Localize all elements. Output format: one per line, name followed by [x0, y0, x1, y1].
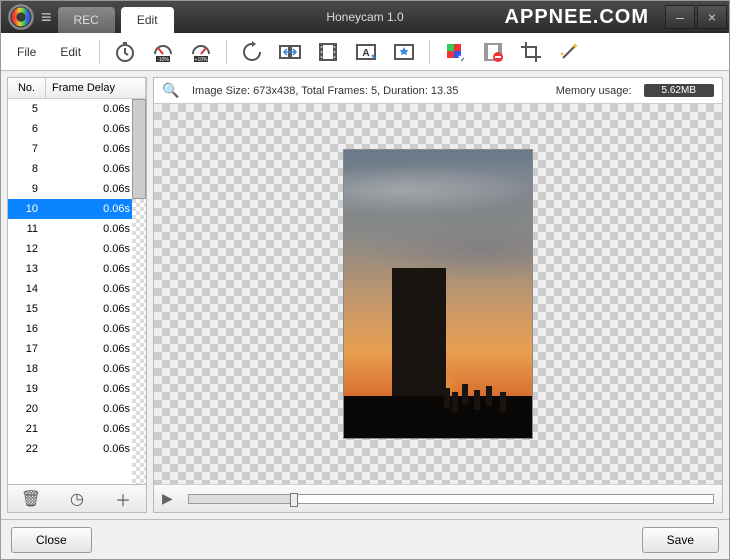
seek-thumb[interactable] [290, 493, 298, 507]
clock-icon[interactable]: ◷ [65, 488, 89, 510]
preview-canvas[interactable] [154, 104, 722, 484]
reverse-icon[interactable] [237, 37, 267, 67]
close-button[interactable]: Close [11, 527, 92, 553]
info-bar: 🔍 Image Size: 673x438, Total Frames: 5, … [154, 78, 722, 104]
close-window-button[interactable]: × [697, 5, 727, 29]
main-area: No. Frame Delay 50.06s60.06s70.06s80.06s… [1, 71, 729, 519]
frame-row[interactable]: 90.06s [8, 179, 146, 199]
image-info-text: Image Size: 673x438, Total Frames: 5, Du… [192, 85, 458, 97]
crop-icon[interactable] [516, 37, 546, 67]
add-icon[interactable]: ＋ [111, 488, 135, 510]
frame-row[interactable]: 200.06s [8, 399, 146, 419]
frame-row[interactable]: 160.06s [8, 319, 146, 339]
frame-row[interactable]: 120.06s [8, 239, 146, 259]
frame-list[interactable]: 50.06s60.06s70.06s80.06s90.06s100.06s110… [8, 99, 146, 484]
separator [429, 40, 430, 64]
main-menu-icon[interactable]: ≡ [41, 7, 52, 28]
frame-row[interactable]: 50.06s [8, 99, 146, 119]
frame-row[interactable]: 170.06s [8, 339, 146, 359]
window-title: Honeycam 1.0 [326, 10, 403, 24]
frame-row[interactable]: 210.06s [8, 419, 146, 439]
text-overlay-icon[interactable]: A [351, 37, 381, 67]
svg-text:-10%: -10% [157, 57, 169, 63]
frame-row[interactable]: 80.06s [8, 159, 146, 179]
frame-row[interactable]: 70.06s [8, 139, 146, 159]
watermark-text: APPNEE.COM [505, 6, 649, 29]
playback-bar: ▶ [154, 484, 722, 512]
frame-row[interactable]: 180.06s [8, 359, 146, 379]
separator [99, 40, 100, 64]
tab-rec[interactable]: REC [58, 7, 115, 33]
zoom-icon[interactable]: 🔍 [162, 82, 180, 100]
frame-row[interactable]: 140.06s [8, 279, 146, 299]
transition-icon[interactable] [275, 37, 305, 67]
frame-row[interactable]: 60.06s [8, 119, 146, 139]
app-window: ≡ REC Edit Honeycam 1.0 APPNEE.COM – × F… [0, 0, 730, 560]
toolbar: File Edit -10% +10% A [1, 33, 729, 71]
delete-icon[interactable]: 🗑 [19, 488, 43, 510]
window-controls: – × [665, 5, 729, 29]
save-button[interactable]: Save [642, 527, 719, 553]
frame-row[interactable]: 190.06s [8, 379, 146, 399]
memory-label: Memory usage: [556, 85, 632, 97]
delete-frame-icon[interactable] [478, 37, 508, 67]
play-button[interactable]: ▶ [162, 490, 180, 508]
memory-value: 5.62MB [644, 84, 714, 97]
color-adjust-icon[interactable] [440, 37, 470, 67]
svg-text:A: A [362, 48, 369, 59]
frame-list-header: No. Frame Delay [8, 78, 146, 99]
menu-edit[interactable]: Edit [52, 41, 89, 63]
frame-row[interactable]: 110.06s [8, 219, 146, 239]
header-no[interactable]: No. [8, 78, 46, 98]
magic-wand-icon[interactable] [554, 37, 584, 67]
frame-list-panel: No. Frame Delay 50.06s60.06s70.06s80.06s… [7, 77, 147, 513]
footer: Close Save [1, 519, 729, 559]
sticker-icon[interactable] [389, 37, 419, 67]
separator [226, 40, 227, 64]
minimize-button[interactable]: – [665, 5, 695, 29]
speed-plus-10-icon[interactable]: +10% [186, 37, 216, 67]
frame-row[interactable]: 130.06s [8, 259, 146, 279]
frame-row[interactable]: 220.06s [8, 439, 146, 459]
time-icon[interactable] [110, 37, 140, 67]
preview-panel: 🔍 Image Size: 673x438, Total Frames: 5, … [153, 77, 723, 513]
frame-row[interactable]: 100.06s [8, 199, 146, 219]
scrollbar-thumb[interactable] [132, 99, 146, 199]
app-logo-icon [7, 3, 35, 31]
header-delay[interactable]: Frame Delay [46, 78, 146, 98]
speed-minus-10-icon[interactable]: -10% [148, 37, 178, 67]
frame-row[interactable]: 150.06s [8, 299, 146, 319]
tab-edit[interactable]: Edit [121, 7, 174, 33]
preview-image [343, 149, 533, 439]
title-bar: ≡ REC Edit Honeycam 1.0 APPNEE.COM – × [1, 1, 729, 33]
seek-slider[interactable] [188, 494, 714, 504]
svg-text:+10%: +10% [195, 57, 208, 63]
menu-file[interactable]: File [9, 41, 44, 63]
frame-list-footer: 🗑 ◷ ＋ [8, 484, 146, 512]
film-effect-icon[interactable] [313, 37, 343, 67]
